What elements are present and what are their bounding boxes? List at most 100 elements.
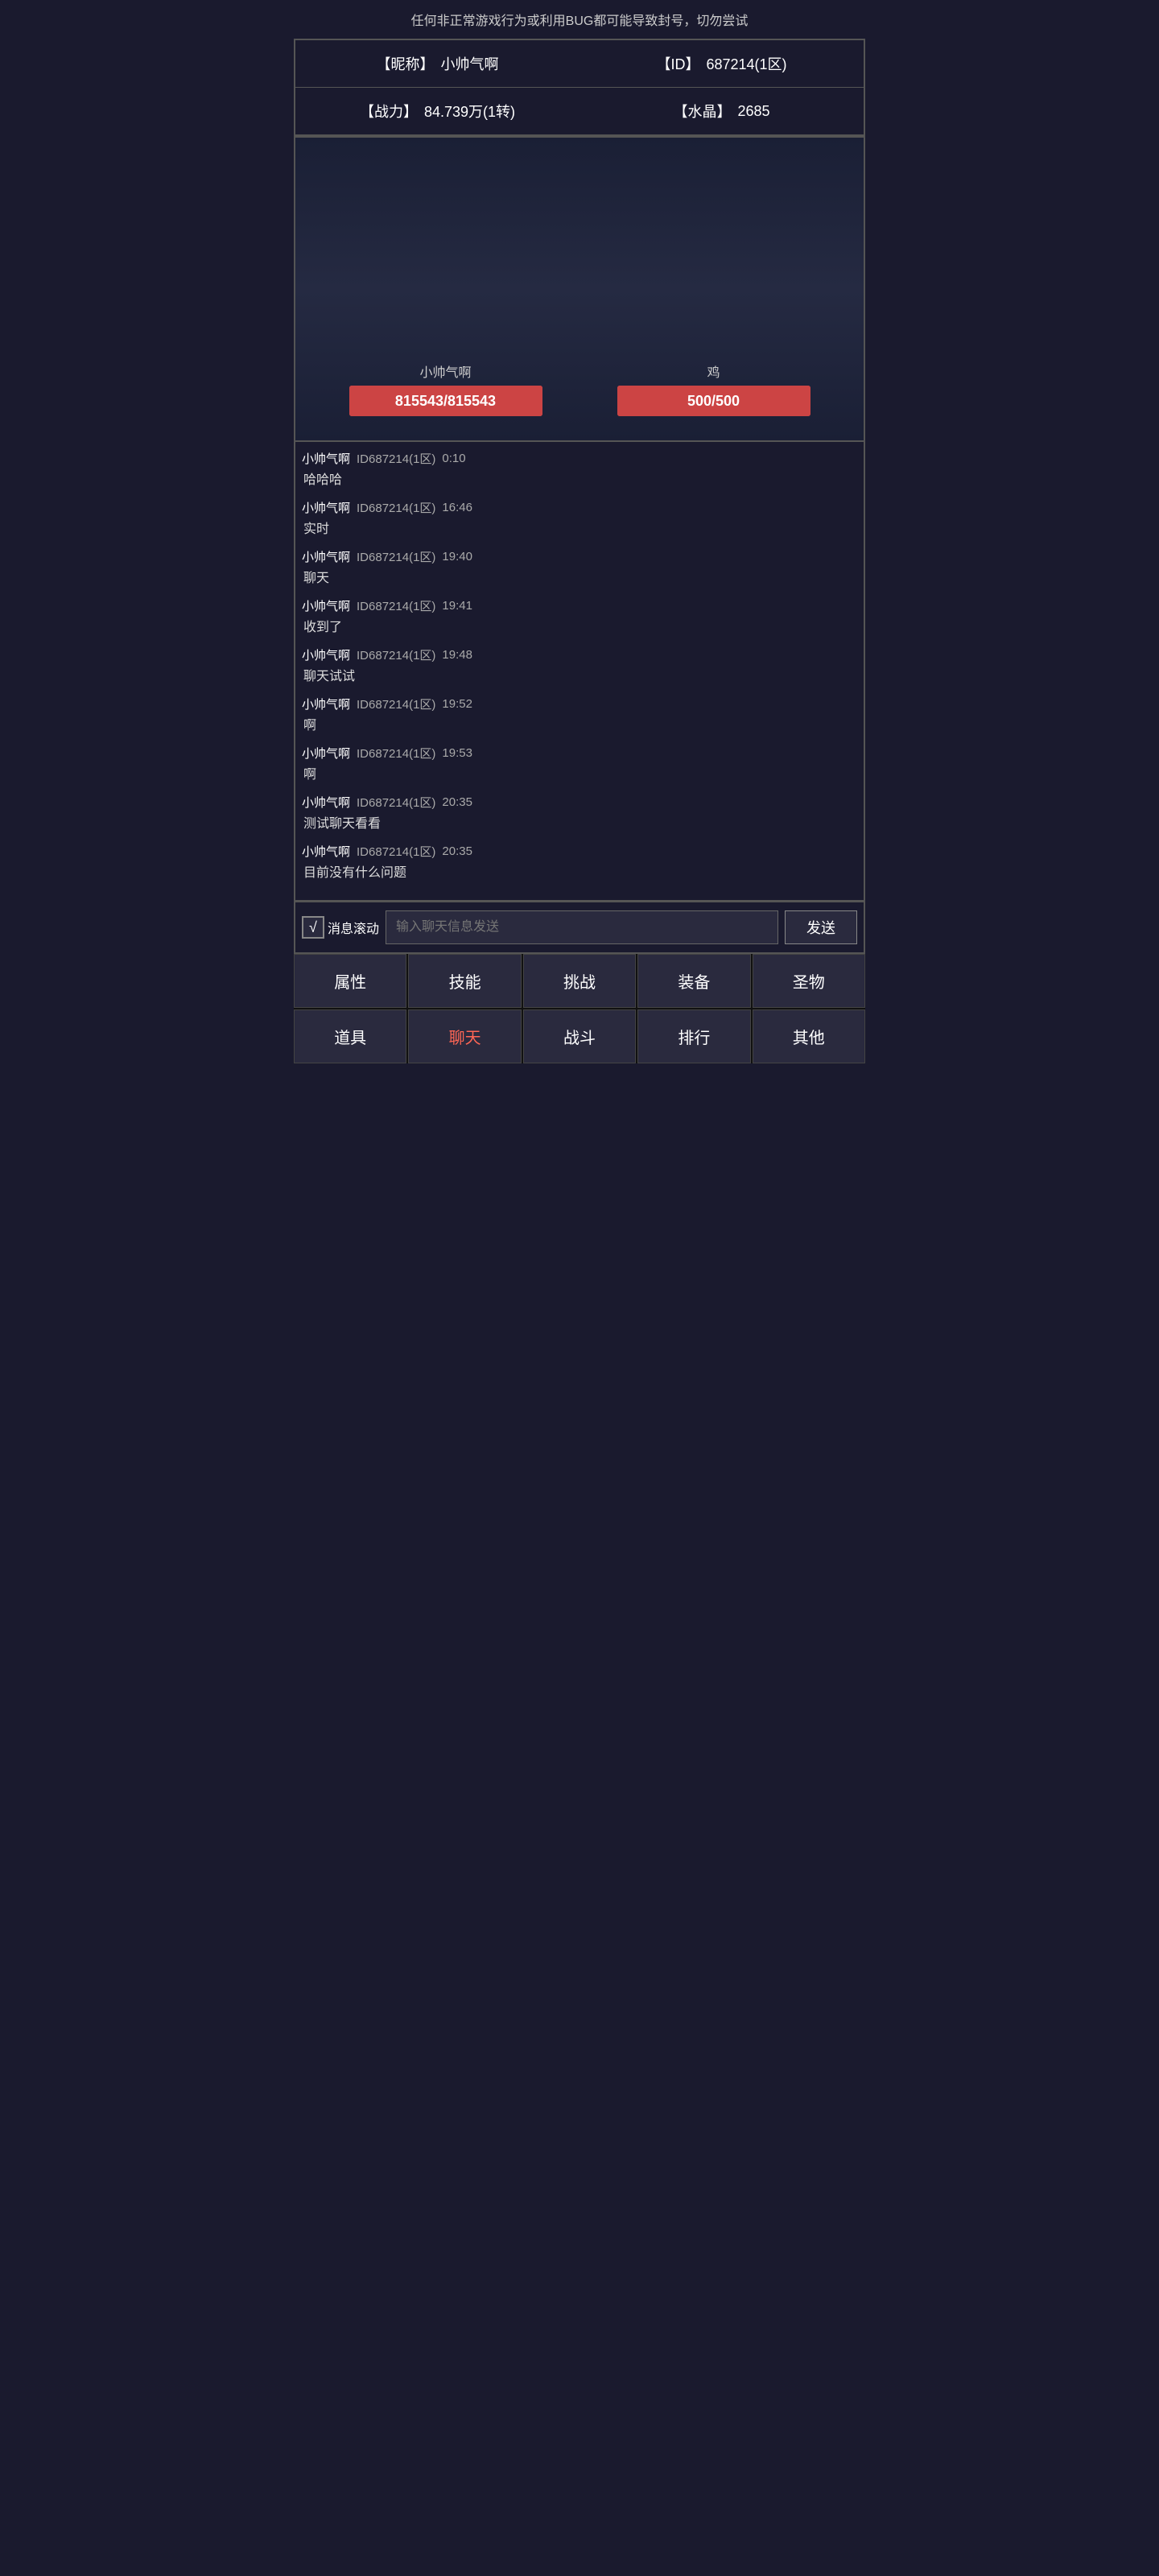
nickname-label: 【昵称】 [377,53,435,74]
chat-content-8: 目前没有什么问题 [302,861,857,881]
chat-header-5: 小帅气啊 ID687214(1区) 19:52 [302,696,857,712]
id-value: 687214(1区) [706,53,786,74]
chat-content-3: 收到了 [302,616,857,635]
chat-id-8: ID687214(1区) [357,843,435,860]
chat-input[interactable] [386,910,778,944]
nav-other[interactable]: 其他 [753,1009,865,1063]
chat-message-0: 小帅气啊 ID687214(1区) 0:10 哈哈哈 [302,450,857,488]
chat-id-4: ID687214(1区) [357,646,435,663]
chat-message-5: 小帅气啊 ID687214(1区) 19:52 啊 [302,696,857,733]
scroll-toggle[interactable]: √ 消息滚动 [302,916,379,939]
player-hp-bar: 815543/815543 [349,386,542,416]
battle-characters: 小帅气啊 815543/815543 鸡 500/500 [295,353,864,424]
nav-items[interactable]: 道具 [294,1009,406,1063]
nickname-cell: 【昵称】 小帅气啊 [295,40,580,87]
nav-relic[interactable]: 圣物 [753,954,865,1008]
chat-id-3: ID687214(1区) [357,597,435,614]
chat-time-5: 19:52 [442,697,472,711]
nav-rank[interactable]: 排行 [637,1009,750,1063]
power-label: 【战力】 [360,101,418,122]
power-value: 84.739万(1转) [424,101,515,122]
chat-message-4: 小帅气啊 ID687214(1区) 19:48 聊天试试 [302,646,857,684]
notice-bar: 任何非正常游戏行为或利用BUG都可能导致封号，切勿尝试 [294,0,865,39]
nav-skill[interactable]: 技能 [408,954,521,1008]
chat-time-0: 0:10 [442,452,465,465]
chat-time-7: 20:35 [442,795,472,809]
chat-header-6: 小帅气啊 ID687214(1区) 19:53 [302,745,857,762]
chat-sender-6: 小帅气啊 [302,745,350,762]
chat-id-2: ID687214(1区) [357,548,435,565]
nav-battle[interactable]: 战斗 [523,1009,636,1063]
crystal-cell: 【水晶】 2685 [580,88,864,134]
chat-header-0: 小帅气啊 ID687214(1区) 0:10 [302,450,857,467]
chat-time-6: 19:53 [442,746,472,760]
chat-message-2: 小帅气啊 ID687214(1区) 19:40 聊天 [302,548,857,586]
chat-sender-4: 小帅气啊 [302,646,350,663]
chat-message-8: 小帅气啊 ID687214(1区) 20:35 目前没有什么问题 [302,843,857,881]
id-label: 【ID】 [656,53,699,74]
chat-sender-5: 小帅气啊 [302,696,350,712]
notice-text: 任何非正常游戏行为或利用BUG都可能导致封号，切勿尝试 [411,14,749,28]
checkbox-check: √ [309,919,317,936]
chat-sender-0: 小帅气啊 [302,450,350,467]
chat-time-3: 19:41 [442,599,472,613]
nav-challenge[interactable]: 挑战 [523,954,636,1008]
player-hp-text: 815543/815543 [395,393,496,410]
nav-attribute[interactable]: 属性 [294,954,406,1008]
nickname-value: 小帅气啊 [441,53,499,74]
player-info-row-2: 【战力】 84.739万(1转) 【水晶】 2685 [295,88,864,134]
chat-id-7: ID687214(1区) [357,794,435,811]
chat-time-8: 20:35 [442,844,472,858]
player-character: 小帅气啊 815543/815543 [349,361,542,416]
player-info-row-1: 【昵称】 小帅气啊 【ID】 687214(1区) [295,40,864,88]
chat-sender-8: 小帅气啊 [302,843,350,860]
chat-sender-1: 小帅气啊 [302,499,350,516]
enemy-character: 鸡 500/500 [617,361,810,416]
chat-header-8: 小帅气啊 ID687214(1区) 20:35 [302,843,857,860]
chat-message-3: 小帅气啊 ID687214(1区) 19:41 收到了 [302,597,857,635]
chat-header-2: 小帅气啊 ID687214(1区) 19:40 [302,548,857,565]
checkbox-icon[interactable]: √ [302,916,324,939]
chat-message-6: 小帅气啊 ID687214(1区) 19:53 啊 [302,745,857,782]
chat-header-1: 小帅气啊 ID687214(1区) 16:46 [302,499,857,516]
enemy-hp-bar: 500/500 [617,386,810,416]
crystal-label: 【水晶】 [673,101,731,122]
chat-input-row: √ 消息滚动 发送 [294,902,865,954]
id-cell: 【ID】 687214(1区) [580,40,864,87]
chat-message-7: 小帅气啊 ID687214(1区) 20:35 测试聊天看看 [302,794,857,832]
chat-id-1: ID687214(1区) [357,499,435,516]
enemy-name: 鸡 [707,361,720,381]
chat-content-0: 哈哈哈 [302,469,857,488]
chat-id-0: ID687214(1区) [357,450,435,467]
chat-content-2: 聊天 [302,567,857,586]
chat-header-4: 小帅气啊 ID687214(1区) 19:48 [302,646,857,663]
battle-area: 小帅气啊 815543/815543 鸡 500/500 [294,136,865,442]
chat-message-1: 小帅气啊 ID687214(1区) 16:46 实时 [302,499,857,537]
chat-time-1: 16:46 [442,501,472,514]
chat-time-2: 19:40 [442,550,472,564]
chat-area: 小帅气啊 ID687214(1区) 0:10 哈哈哈 小帅气啊 ID687214… [294,442,865,902]
power-cell: 【战力】 84.739万(1转) [295,88,580,134]
chat-content-4: 聊天试试 [302,665,857,684]
chat-id-5: ID687214(1区) [357,696,435,712]
crystal-value: 2685 [737,103,769,120]
chat-header-3: 小帅气啊 ID687214(1区) 19:41 [302,597,857,614]
send-button[interactable]: 发送 [785,910,857,944]
chat-time-4: 19:48 [442,648,472,662]
chat-header-7: 小帅气啊 ID687214(1区) 20:35 [302,794,857,811]
chat-content-1: 实时 [302,518,857,537]
enemy-hp-text: 500/500 [687,393,740,410]
bottom-nav: 属性技能挑战装备圣物道具聊天战斗排行其他 [294,954,865,1063]
nav-chat[interactable]: 聊天 [408,1009,521,1063]
player-name: 小帅气啊 [419,361,471,381]
chat-content-5: 啊 [302,714,857,733]
chat-sender-2: 小帅气啊 [302,548,350,565]
chat-id-6: ID687214(1区) [357,745,435,762]
scroll-label: 消息滚动 [328,918,379,937]
chat-sender-7: 小帅气啊 [302,794,350,811]
nav-equipment[interactable]: 装备 [637,954,750,1008]
chat-content-6: 啊 [302,763,857,782]
chat-content-7: 测试聊天看看 [302,812,857,832]
chat-sender-3: 小帅气啊 [302,597,350,614]
player-info-panel: 【昵称】 小帅气啊 【ID】 687214(1区) 【战力】 84.739万(1… [294,39,865,136]
